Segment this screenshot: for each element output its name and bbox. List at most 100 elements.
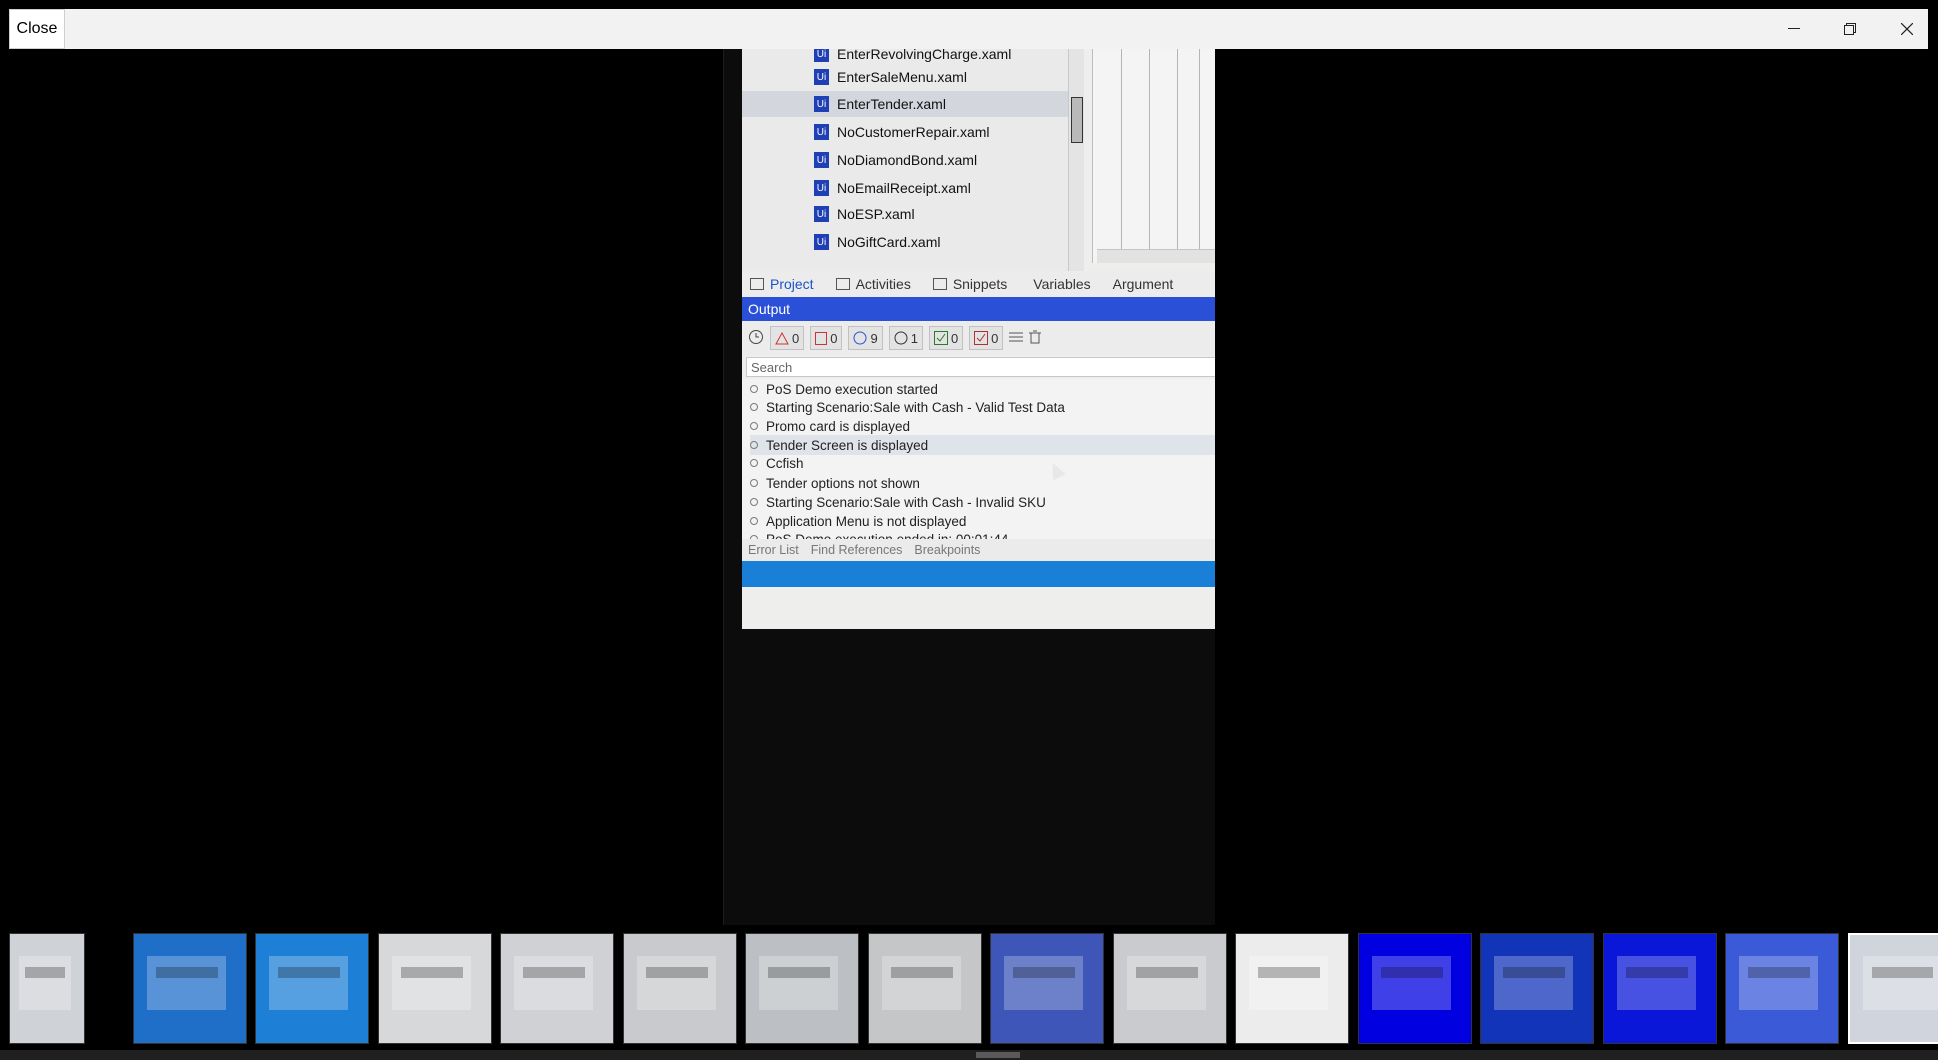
log-entry[interactable]: Application Menu is not displayed xyxy=(750,511,1215,531)
minimize-icon[interactable] xyxy=(1766,9,1822,49)
ui-file-icon: Ui xyxy=(814,152,829,168)
thumbnail[interactable] xyxy=(1603,933,1717,1044)
filter-success[interactable]: 0 xyxy=(928,326,964,350)
thumbnail[interactable] xyxy=(255,933,369,1044)
tab-project[interactable]: Project xyxy=(750,276,814,292)
photographed-screen: Ui EnterRevolvingCharge.xaml Ui EnterSal… xyxy=(742,49,1215,629)
dock-tabs: Project Activities Snippets Variables Ar… xyxy=(742,271,1215,297)
tab-breakpoints[interactable]: Breakpoints xyxy=(914,543,980,557)
ui-file-icon: Ui xyxy=(814,49,829,62)
ui-file-icon: Ui xyxy=(814,69,829,85)
output-toolbar: 0 0 9 1 0 0 xyxy=(742,321,1215,355)
info-dot-icon xyxy=(750,517,758,525)
tree-item-selected[interactable]: Ui EnterTender.xaml xyxy=(742,91,1068,117)
title-bar: Close xyxy=(9,9,1928,49)
info-dot-icon xyxy=(750,459,758,467)
clock-icon[interactable] xyxy=(748,329,764,348)
info-dot-icon xyxy=(750,385,758,393)
project-tree: Ui EnterRevolvingCharge.xaml Ui EnterSal… xyxy=(742,49,1084,271)
list-view-icon[interactable] xyxy=(1009,331,1024,346)
tab-variables[interactable]: Variables xyxy=(1033,276,1090,292)
info-icon xyxy=(853,331,867,345)
scrollbar-thumb[interactable] xyxy=(976,1052,1020,1058)
filter-warnings[interactable]: 0 xyxy=(770,326,805,350)
thumbnail[interactable] xyxy=(623,933,737,1044)
tab-activities[interactable]: Activities xyxy=(835,276,911,292)
thumbnail[interactable] xyxy=(1480,933,1594,1044)
thumbnail[interactable] xyxy=(9,933,85,1044)
thumbnail[interactable] xyxy=(1725,933,1839,1044)
filmstrip-scrollbar[interactable] xyxy=(0,1050,1938,1060)
thumbnail[interactable] xyxy=(1113,933,1227,1044)
tree-scrollbar[interactable] xyxy=(1068,49,1084,271)
close-icon[interactable] xyxy=(1879,9,1935,49)
tree-item-label: NoESP.xaml xyxy=(837,206,915,222)
thumbnail[interactable] xyxy=(500,933,614,1044)
tree-item-label: NoDiamondBond.xaml xyxy=(837,152,978,168)
log-entry[interactable]: Ccfish xyxy=(750,453,1215,473)
thumbnail[interactable] xyxy=(990,933,1104,1044)
output-search-input[interactable]: Search xyxy=(746,357,1215,377)
thumbnail[interactable] xyxy=(868,933,982,1044)
ui-file-icon: Ui xyxy=(814,206,829,222)
designer-hscrollbar[interactable] xyxy=(1097,249,1215,263)
trace-icon xyxy=(894,331,908,345)
tab-error-list[interactable]: Error List xyxy=(748,543,799,557)
tab-arguments[interactable]: Argument xyxy=(1113,276,1174,292)
info-dot-icon xyxy=(750,498,758,506)
info-dot-icon xyxy=(750,422,758,430)
output-panel-title: Output xyxy=(742,297,1215,321)
bottom-tabs: Error List Find References Breakpoints xyxy=(742,539,1215,561)
filter-failures[interactable]: 0 xyxy=(969,326,1004,350)
tree-item-label: NoEmailReceipt.xaml xyxy=(837,180,971,196)
info-dot-icon xyxy=(750,403,758,411)
snippets-icon xyxy=(932,278,947,290)
thumbnail[interactable] xyxy=(1358,933,1472,1044)
tree-item[interactable]: Ui NoESP.xaml xyxy=(814,201,915,227)
thumbnail[interactable] xyxy=(133,933,247,1044)
filter-info[interactable]: 9 xyxy=(848,326,883,350)
ui-file-icon: Ui xyxy=(814,124,829,140)
tab-find-references[interactable]: Find References xyxy=(811,543,903,557)
tree-item[interactable]: Ui NoEmailReceipt.xaml xyxy=(814,175,971,201)
photo-image: Ui EnterRevolvingCharge.xaml Ui EnterSal… xyxy=(723,49,1215,925)
log-entry[interactable]: Starting Scenario:Sale with Cash - Valid… xyxy=(750,397,1215,417)
designer-pane xyxy=(1092,49,1215,263)
tree-item-label: EnterTender.xaml xyxy=(837,96,946,112)
clear-trash-icon[interactable] xyxy=(1029,330,1042,347)
thumbnail-filmstrip xyxy=(0,925,1938,1050)
tree-item-label: EnterSaleMenu.xaml xyxy=(837,69,967,85)
close-button[interactable]: Close xyxy=(9,9,65,49)
filter-trace[interactable]: 1 xyxy=(888,326,923,350)
thumbnail[interactable] xyxy=(1235,933,1349,1044)
log-entry[interactable]: Promo card is displayed xyxy=(750,416,1215,436)
restore-icon[interactable] xyxy=(1822,9,1878,49)
tree-item-label: NoCustomerRepair.xaml xyxy=(837,124,990,140)
error-icon xyxy=(815,331,828,345)
tree-item-label: EnterRevolvingCharge.xaml xyxy=(837,49,1012,62)
tree-item-label: NoGiftCard.xaml xyxy=(837,234,941,250)
check-icon xyxy=(933,331,948,345)
tree-item[interactable]: Ui NoDiamondBond.xaml xyxy=(814,147,977,173)
ui-file-icon: Ui xyxy=(814,96,829,112)
log-entry[interactable]: PoS Demo execution started xyxy=(750,379,1215,399)
scrollbar-thumb[interactable] xyxy=(1071,97,1083,143)
info-dot-icon xyxy=(750,441,758,449)
thumbnail[interactable] xyxy=(1848,933,1938,1044)
activities-icon xyxy=(835,278,850,290)
log-entry[interactable]: Starting Scenario:Sale with Cash - Inval… xyxy=(750,492,1215,512)
output-log: PoS Demo execution started Starting Scen… xyxy=(742,379,1215,547)
ui-file-icon: Ui xyxy=(814,234,829,250)
tree-item[interactable]: Ui NoGiftCard.xaml xyxy=(814,229,940,255)
warning-icon xyxy=(775,331,789,344)
tab-snippets[interactable]: Snippets xyxy=(932,276,1007,292)
thumbnail[interactable] xyxy=(378,933,492,1044)
log-entry[interactable]: Tender options not shown xyxy=(750,473,1215,493)
log-entry-highlighted[interactable]: Tender Screen is displayed xyxy=(750,435,1215,455)
tree-item[interactable]: Ui NoCustomerRepair.xaml xyxy=(814,119,990,145)
tree-item[interactable]: Ui EnterSaleMenu.xaml xyxy=(814,64,967,90)
folder-icon xyxy=(750,278,764,290)
filter-errors[interactable]: 0 xyxy=(810,326,843,350)
info-dot-icon xyxy=(750,479,758,487)
thumbnail[interactable] xyxy=(745,933,859,1044)
